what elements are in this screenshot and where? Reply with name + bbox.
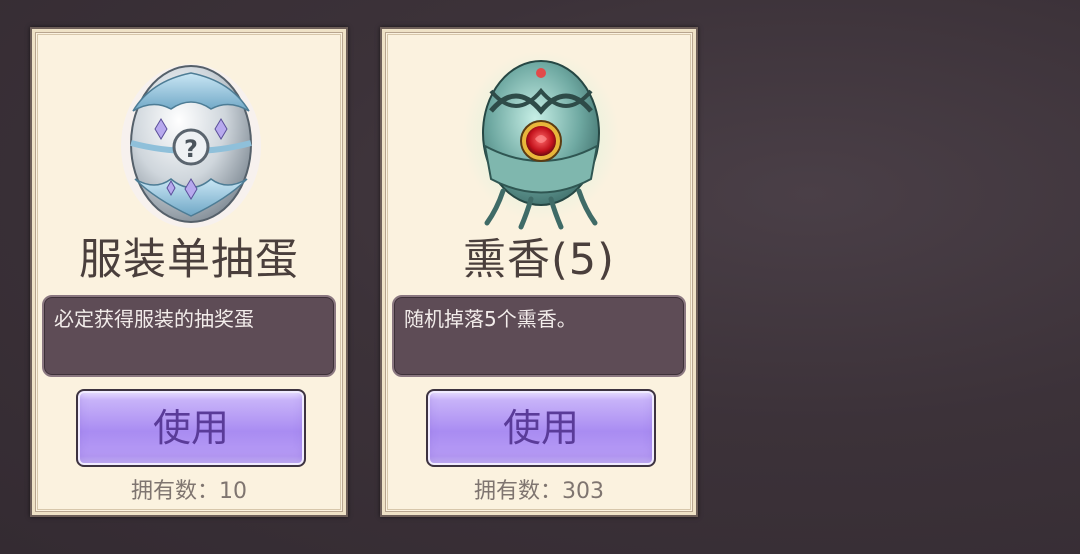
item-description: 随机掉落5个熏香。	[392, 295, 686, 377]
owned-label: 拥有数：	[473, 479, 562, 504]
use-button[interactable]: 使用	[76, 389, 306, 467]
item-title: 熏香(5)	[463, 235, 615, 285]
teal-rose-egg-icon	[463, 51, 619, 230]
svg-text:?: ?	[184, 135, 198, 163]
owned-value: 303	[562, 479, 604, 504]
item-description: 必定获得服装的抽奖蛋	[42, 295, 336, 377]
game-screen: { "items": [ { "title": "服装单抽蛋", "descri…	[0, 0, 1080, 554]
owned-count: 拥有数：10	[32, 477, 346, 507]
item-card-incense: 熏香(5) 随机掉落5个熏香。 使用 拥有数：303	[380, 27, 698, 517]
item-card-costume-egg: ? 服装单抽蛋 必定获得服装的抽奖蛋 使用 拥有数：10	[30, 27, 348, 517]
use-button[interactable]: 使用	[426, 389, 656, 467]
item-title: 服装单抽蛋	[79, 235, 299, 285]
owned-value: 10	[219, 479, 247, 504]
silver-question-egg-icon: ?	[121, 64, 261, 228]
owned-count: 拥有数：303	[382, 477, 696, 507]
owned-label: 拥有数：	[130, 479, 219, 504]
